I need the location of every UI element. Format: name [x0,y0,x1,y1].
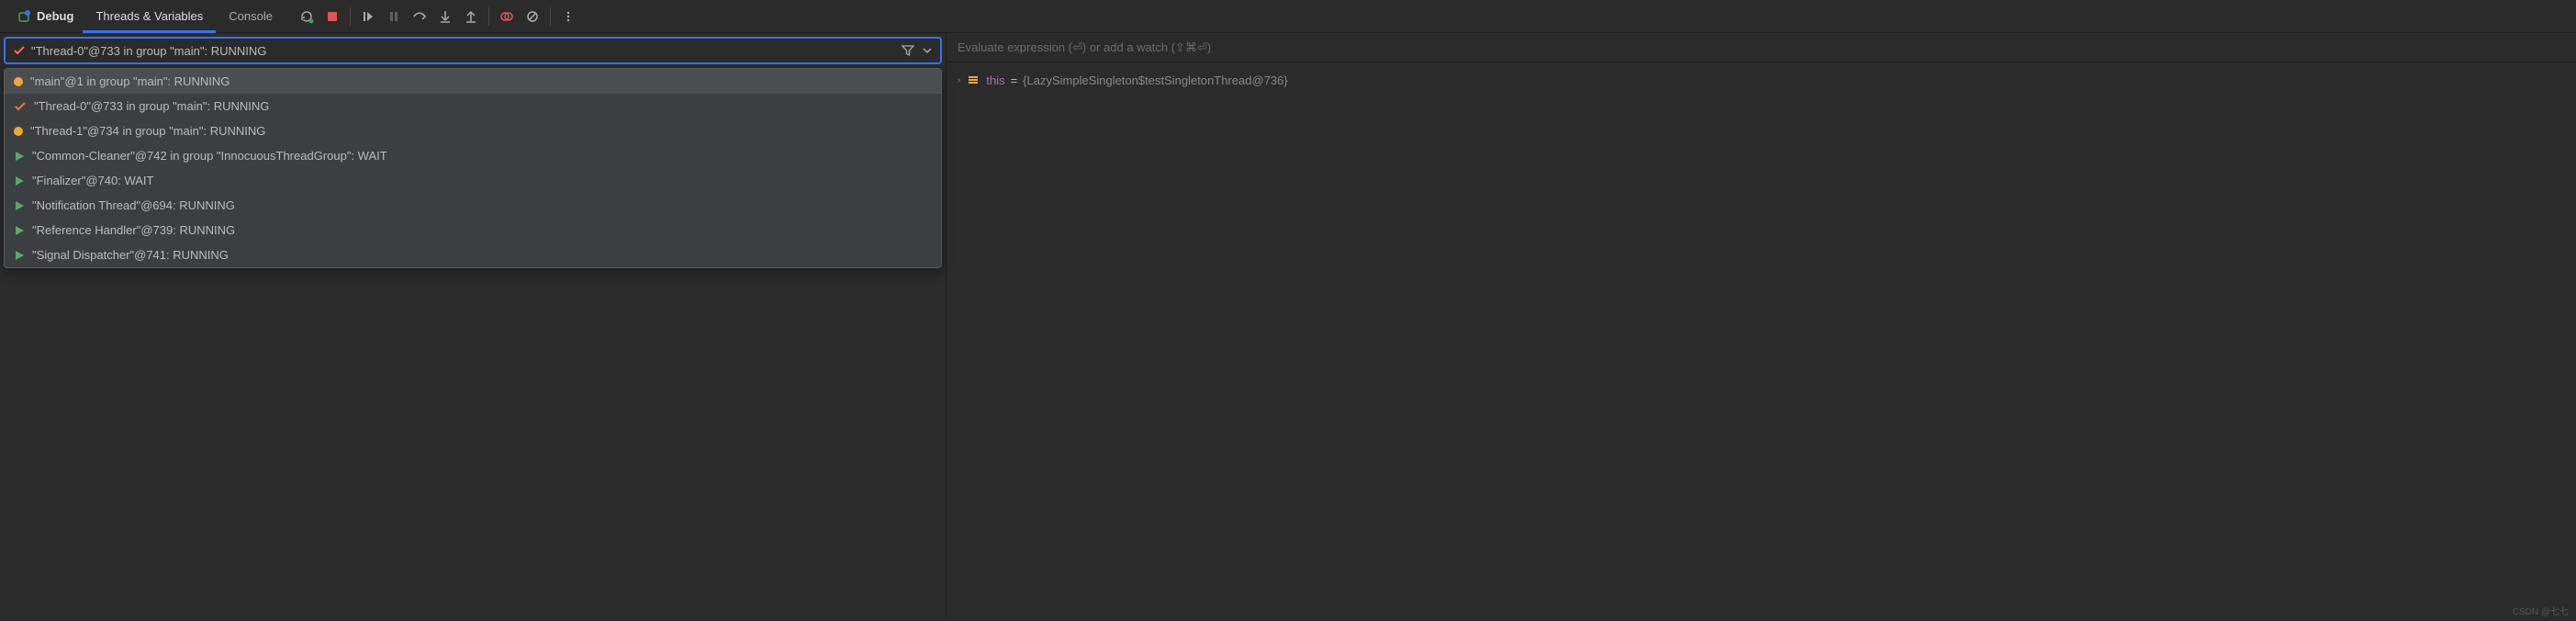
thread-selector[interactable]: "Thread-0"@733 in group "main": RUNNING [4,37,942,64]
tab-console[interactable]: Console [216,0,286,33]
evaluate-expression-input[interactable]: Evaluate expression (⏎) or add a watch (… [946,33,2576,62]
variables-panel: › this = {LazySimpleSingleton$testSingle… [946,62,2576,97]
check-icon [13,44,26,57]
thread-dropdown: "main"@1 in group "main": RUNNING "Threa… [4,68,942,268]
breakpoint-icon [14,127,23,136]
object-icon [966,73,980,87]
play-icon [14,225,25,236]
step-out-button[interactable] [459,5,483,28]
separator [488,7,489,26]
play-icon [14,200,25,211]
breakpoint-icon [14,77,23,86]
view-breakpoints-button[interactable] [495,5,519,28]
filter-icon[interactable] [902,44,914,57]
chevron-right-icon[interactable]: › [958,75,960,85]
play-icon [14,151,25,162]
separator [350,7,351,26]
variable-row[interactable]: › this = {LazySimpleSingleton$testSingle… [958,70,2565,90]
chevron-down-icon[interactable] [922,45,933,56]
thread-item[interactable]: "Thread-1"@734 in group "main": RUNNING [5,119,941,143]
rerun-button[interactable] [295,5,319,28]
variable-name: this [986,73,1004,87]
debug-tool-window-tab[interactable]: Debug [7,0,83,33]
thread-item[interactable]: "Signal Dispatcher"@741: RUNNING [5,243,941,267]
thread-item[interactable]: "Notification Thread"@694: RUNNING [5,193,941,218]
check-icon [14,100,27,113]
more-button[interactable] [556,5,580,28]
resume-button[interactable] [356,5,380,28]
play-icon [14,175,25,186]
step-into-button[interactable] [433,5,457,28]
variable-value: {LazySimpleSingleton$testSingletonThread… [1023,73,1288,87]
watermark: CSDN @七七 [2513,604,2569,617]
thread-item[interactable]: "Common-Cleaner"@742 in group "Innocuous… [5,143,941,168]
bug-icon [17,9,31,24]
thread-item[interactable]: "Reference Handler"@739: RUNNING [5,218,941,243]
thread-item[interactable]: "Finalizer"@740: WAIT [5,168,941,193]
thread-item[interactable]: "Thread-0"@733 in group "main": RUNNING [5,94,941,119]
debug-label: Debug [37,9,73,23]
thread-item[interactable]: "main"@1 in group "main": RUNNING [5,69,941,94]
thread-selector-label: "Thread-0"@733 in group "main": RUNNING [31,44,266,58]
stop-button[interactable] [320,5,344,28]
tab-threads-variables[interactable]: Threads & Variables [83,0,216,33]
mute-breakpoints-button[interactable] [521,5,544,28]
play-icon [14,250,25,261]
separator [550,7,551,26]
pause-button[interactable] [382,5,406,28]
step-over-button[interactable] [408,5,431,28]
